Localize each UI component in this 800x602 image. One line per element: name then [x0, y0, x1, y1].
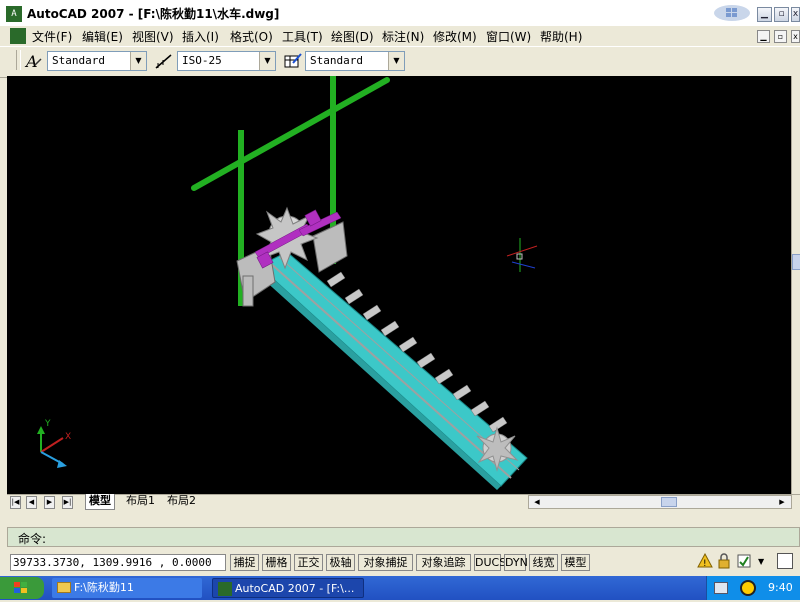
menu-format[interactable]: 格式(O) [230, 28, 273, 45]
menu-dimension[interactable]: 标注(N) [382, 28, 424, 45]
crosshair-icon [506, 238, 538, 272]
dim-style-icon[interactable] [154, 51, 174, 71]
keyboard-icon[interactable] [714, 582, 728, 594]
table-style-value: Standard [310, 54, 363, 67]
tab-layout2[interactable]: 布局2 [164, 494, 199, 509]
toolbar-grip[interactable] [16, 50, 21, 70]
status-osnap-button[interactable]: 对象捕捉 [358, 554, 413, 571]
scroll-left-button[interactable]: ◀ [530, 496, 544, 508]
tab-model[interactable]: 模型 [85, 494, 115, 510]
window-title: AutoCAD 2007 - [F:\陈秋勤11\水车.dwg] [27, 7, 280, 21]
status-dyn-button[interactable]: DYN [504, 554, 528, 571]
chevron-down-icon[interactable]: ▼ [259, 52, 275, 70]
menu-modify[interactable]: 修改(M) [433, 28, 477, 45]
horizontal-scrollbar[interactable]: ◀ ▶ [528, 495, 792, 509]
windows-logo-icon [712, 3, 752, 23]
coordinate-readout[interactable]: 39733.3730, 1309.9916 , 0.0000 [10, 554, 226, 571]
start-button[interactable] [0, 577, 44, 599]
doc-close-button[interactable]: x [791, 30, 800, 43]
svg-text:A: A [24, 52, 38, 71]
doc-minimize-button[interactable]: ▁ [757, 30, 770, 43]
scroll-right-button[interactable]: ▶ [775, 496, 789, 508]
status-ducs-button[interactable]: DUCS [474, 554, 506, 571]
menu-file[interactable]: 文件(F) [32, 28, 72, 45]
autocad-task-icon [218, 582, 232, 596]
scroll-thumb[interactable] [661, 497, 677, 507]
maximize-button[interactable]: ▫ [774, 7, 789, 22]
menu-tools[interactable]: 工具(T) [282, 28, 323, 45]
drawing-canvas[interactable]: Y X [7, 76, 791, 494]
communication-center-icon[interactable]: ! [697, 552, 713, 569]
folder-icon [57, 582, 71, 593]
status-snap-button[interactable]: 捕捉 [230, 554, 259, 571]
table-style-icon[interactable] [283, 51, 303, 71]
volume-icon[interactable] [740, 580, 756, 596]
doc-restore-button[interactable]: ▫ [774, 30, 787, 43]
first-tab-button[interactable]: |◀ [10, 496, 21, 509]
status-ortho-button[interactable]: 正交 [294, 554, 323, 571]
folder-task-label: F:\陈秋勤11 [74, 581, 134, 594]
tab-layout1[interactable]: 布局1 [123, 494, 158, 509]
menu-view[interactable]: 视图(V) [132, 28, 174, 45]
waterwheel-model [37, 76, 538, 490]
text-style-value: Standard [52, 54, 105, 67]
ucs-axis-icon [37, 426, 67, 468]
dim-style-value: ISO-25 [182, 54, 222, 67]
ucs-y-label: Y [45, 419, 51, 429]
lock-icon[interactable] [716, 553, 732, 569]
taskbar-folder-task[interactable]: F:\陈秋勤11 [52, 578, 202, 598]
status-menu-arrow-icon[interactable]: ▼ [758, 557, 764, 566]
status-lineweight-button[interactable]: 线宽 [529, 554, 558, 571]
cleanscreen-icon[interactable] [736, 553, 752, 569]
status-polar-button[interactable]: 极轴 [326, 554, 355, 571]
scroll-thumb[interactable] [792, 254, 800, 270]
ucs-x-label: X [65, 432, 72, 442]
taskbar-clock: 9:40 [768, 581, 793, 594]
status-model-button[interactable]: 模型 [561, 554, 590, 571]
chevron-down-icon[interactable]: ▼ [130, 52, 146, 70]
command-line[interactable] [7, 527, 800, 547]
last-tab-button[interactable]: ▶| [62, 496, 73, 509]
next-tab-button[interactable]: ▶ [44, 496, 55, 509]
menu-insert[interactable]: 插入(I) [182, 28, 219, 45]
chevron-down-icon[interactable]: ▼ [388, 52, 404, 70]
close-button[interactable]: x [791, 7, 800, 22]
text-style-icon[interactable]: A [23, 51, 43, 71]
menu-edit[interactable]: 编辑(E) [82, 28, 123, 45]
minimize-button[interactable]: ▁ [757, 7, 772, 22]
document-icon[interactable] [10, 28, 26, 44]
autocad-app-icon[interactable]: A [6, 6, 22, 22]
svg-text:!: ! [703, 559, 707, 569]
menu-draw[interactable]: 绘图(D) [331, 28, 374, 45]
prev-tab-button[interactable]: ◀ [26, 496, 37, 509]
autocad-task-label: AutoCAD 2007 - [F:\... [235, 582, 355, 595]
vertical-scrollbar[interactable] [791, 76, 800, 494]
menu-window[interactable]: 窗口(W) [486, 28, 531, 45]
status-otrack-button[interactable]: 对象追踪 [416, 554, 471, 571]
command-prompt: 命令: [18, 532, 47, 546]
fullscreen-toggle-button[interactable] [777, 553, 793, 569]
menu-help[interactable]: 帮助(H) [540, 28, 582, 45]
taskbar-autocad-task[interactable]: AutoCAD 2007 - [F:\... [212, 578, 364, 598]
status-grid-button[interactable]: 栅格 [262, 554, 291, 571]
